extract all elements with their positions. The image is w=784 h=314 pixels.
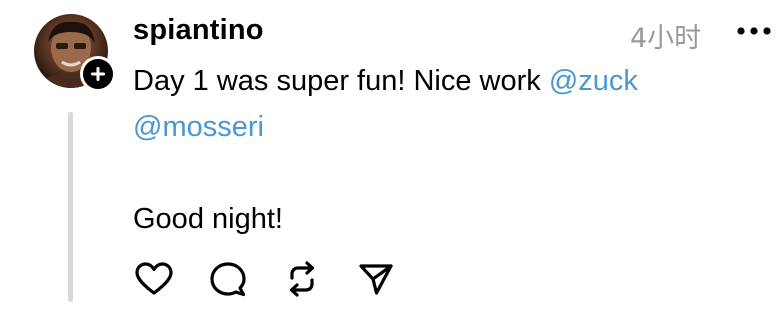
repost-icon [289, 261, 315, 297]
post-text-line: Good night! [133, 203, 283, 235]
thread-line [68, 112, 73, 302]
more-options-button[interactable] [732, 18, 776, 44]
post-text-line: @mosseri [133, 104, 753, 150]
timestamp: 4小时 [630, 23, 702, 54]
share-button[interactable] [355, 258, 397, 300]
post-text-line: Day 1 was super fun! Nice work @zuck [133, 58, 753, 104]
send-icon [359, 264, 393, 295]
reply-button[interactable] [207, 258, 249, 300]
like-button[interactable] [133, 258, 175, 300]
post-text-segment: Day 1 was super fun! Nice work [133, 65, 549, 97]
mention-link-zuck[interactable]: @zuck [549, 65, 638, 97]
more-horizontal-icon [737, 27, 771, 35]
mention-link-mosseri[interactable]: @mosseri [133, 111, 264, 143]
plus-icon [91, 67, 105, 81]
avatar-container [34, 14, 116, 94]
username[interactable]: spiantino [133, 14, 264, 47]
heart-icon [135, 262, 173, 295]
follow-button[interactable] [80, 56, 116, 92]
comment-icon [210, 262, 246, 297]
post-text-blank-line [133, 150, 753, 196]
post: spiantino 4小时 Day 1 was super fun! Nice … [0, 0, 784, 314]
action-bar [133, 258, 429, 300]
post-text: Day 1 was super fun! Nice work @zuck @mo… [133, 58, 753, 242]
repost-button[interactable] [281, 258, 323, 300]
